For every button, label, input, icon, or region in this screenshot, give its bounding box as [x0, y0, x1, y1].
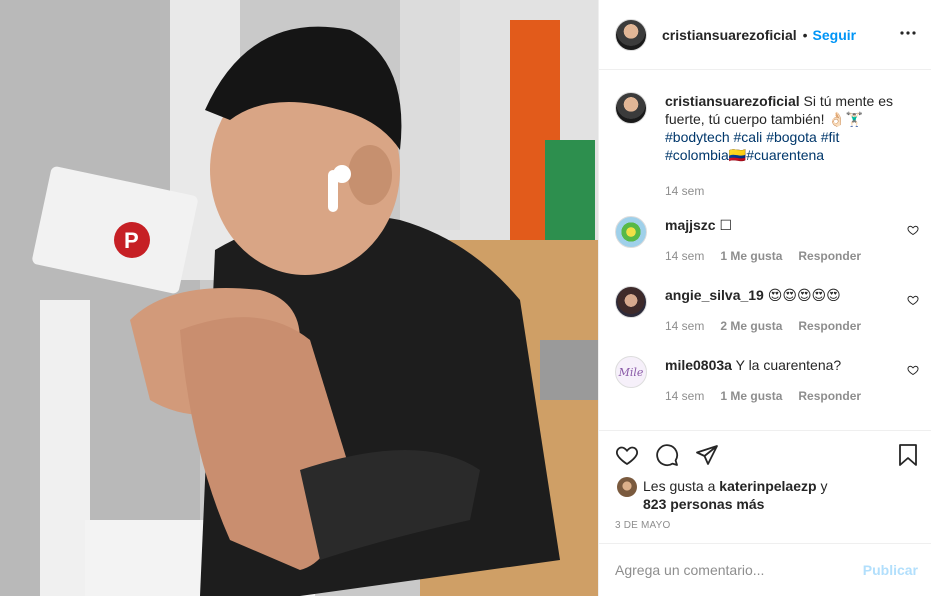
like-heart-icon[interactable]: [615, 443, 639, 467]
likes-others-link[interactable]: 823 personas más: [643, 496, 764, 512]
action-icons: [615, 443, 719, 467]
caption-username[interactable]: cristiansuarezoficial: [665, 93, 800, 109]
comment-likes[interactable]: 1 Me gusta: [720, 387, 782, 405]
comment-like-heart-icon[interactable]: [907, 224, 919, 236]
hashtag-link[interactable]: #bogota: [766, 129, 817, 145]
svg-text:P: P: [124, 228, 139, 253]
comment-meta: 14 sem 2 Me gusta Responder: [665, 317, 901, 335]
caption-avatar[interactable]: [615, 92, 647, 124]
hashtag-link[interactable]: #bodytech: [665, 129, 730, 145]
publish-button[interactable]: Publicar: [863, 562, 918, 578]
hashtag-link[interactable]: #colombia🇨🇴: [665, 147, 746, 163]
commenter-avatar[interactable]: Mile: [615, 356, 647, 388]
comment-time[interactable]: 14 sem: [665, 317, 704, 335]
save-bookmark-icon[interactable]: [896, 443, 920, 467]
post-sidebar: cristiansuarezoficial • Seguir cristians…: [598, 0, 931, 596]
liker-username[interactable]: katerinpelaezp: [719, 478, 816, 494]
post-header: cristiansuarezoficial • Seguir: [599, 0, 931, 70]
caption: cristiansuarezoficial Si tú mente es fue…: [615, 92, 920, 200]
hashtag-link[interactable]: #fit: [821, 129, 840, 145]
comment-likes[interactable]: 2 Me gusta: [720, 317, 782, 335]
instagram-post: P cristiansuarezoficial • Seguir cristia…: [0, 0, 931, 596]
commenter-avatar[interactable]: [615, 216, 647, 248]
comment-bubble-icon[interactable]: [655, 443, 679, 467]
caption-time[interactable]: 14 sem: [665, 182, 704, 200]
comment-item: majjszc ☐ 14 sem 1 Me gusta Responder: [615, 216, 925, 265]
comment-text: Y la cuarentena?: [735, 357, 842, 373]
comment-time[interactable]: 14 sem: [665, 387, 704, 405]
comment-time[interactable]: 14 sem: [665, 247, 704, 265]
post-photo-illustration: P: [0, 0, 598, 596]
avatar-logo-text: Mile: [618, 365, 644, 379]
comment-username[interactable]: angie_silva_19: [665, 287, 764, 303]
more-horizontal-icon: [900, 31, 916, 35]
author-username[interactable]: cristiansuarezoficial: [662, 27, 797, 43]
add-comment-bar: Publicar: [599, 543, 931, 596]
header-separator: •: [802, 26, 808, 43]
comment-input[interactable]: [615, 562, 863, 578]
comment-body: majjszc ☐ 14 sem 1 Me gusta Responder: [665, 216, 901, 265]
likes-text: Les gusta a katerinpelaezp y 823 persona…: [643, 477, 863, 513]
comment-username[interactable]: mile0803a: [665, 357, 732, 373]
comment-text: 😍😍😍😍😍: [767, 287, 841, 303]
author-avatar[interactable]: [615, 18, 647, 51]
liker-avatar[interactable]: [617, 477, 637, 497]
comment-likes[interactable]: 1 Me gusta: [720, 247, 782, 265]
comment-username[interactable]: majjszc: [665, 217, 716, 233]
post-actions: Les gusta a katerinpelaezp y 823 persona…: [599, 430, 931, 543]
reply-button[interactable]: Responder: [798, 317, 861, 335]
hashtag-link[interactable]: #cuarentena: [746, 147, 824, 163]
commenter-avatar[interactable]: [615, 286, 647, 318]
comment-meta: 14 sem 1 Me gusta Responder: [665, 247, 901, 265]
reply-button[interactable]: Responder: [798, 387, 861, 405]
likes-connector: y: [820, 478, 828, 494]
caption-meta: 14 sem: [665, 182, 905, 200]
comment-text: ☐: [719, 217, 733, 233]
follow-button[interactable]: Seguir: [813, 27, 857, 43]
comment-body: angie_silva_19 😍😍😍😍😍 14 sem 2 Me gusta R…: [665, 286, 901, 335]
more-options-icon[interactable]: [898, 23, 918, 43]
reply-button[interactable]: Responder: [798, 247, 861, 265]
comments-section[interactable]: cristiansuarezoficial Si tú mente es fue…: [599, 70, 931, 430]
comment-meta: 14 sem 1 Me gusta Responder: [665, 387, 901, 405]
comment-body: mile0803a Y la cuarentena? 14 sem 1 Me g…: [665, 356, 901, 405]
comment-like-heart-icon[interactable]: [907, 294, 919, 306]
likes-summary: Les gusta a katerinpelaezp y 823 persona…: [617, 477, 863, 513]
share-paper-plane-icon[interactable]: [695, 443, 719, 467]
caption-body: cristiansuarezoficial Si tú mente es fue…: [665, 92, 905, 200]
post-date[interactable]: 3 DE MAYO: [615, 520, 671, 531]
post-photo[interactable]: P: [0, 0, 598, 596]
comment-like-heart-icon[interactable]: [907, 364, 919, 376]
hashtag-link[interactable]: #cali: [734, 129, 763, 145]
comment-item: angie_silva_19 😍😍😍😍😍 14 sem 2 Me gusta R…: [615, 286, 925, 335]
likes-prefix: Les gusta a: [643, 478, 716, 494]
comment-item: Mile mile0803a Y la cuarentena? 14 sem 1…: [615, 356, 925, 405]
